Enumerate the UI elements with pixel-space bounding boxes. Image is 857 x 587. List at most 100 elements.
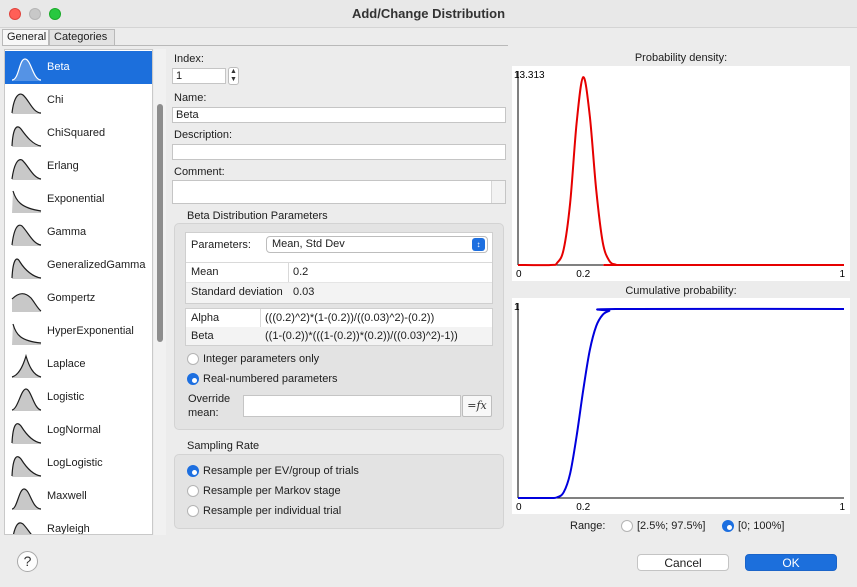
loglogistic-curve-icon (11, 456, 42, 477)
alpha-formula: (((0.2)^2)*(1-(0.2))/((0.03)^2)-(0.2)) (265, 312, 435, 324)
hyperexponential-curve-icon (12, 323, 42, 345)
std-dev-value-field[interactable]: 0.03 (290, 283, 490, 301)
distribution-item-erlang[interactable]: Erlang (5, 150, 152, 183)
formula-editor-button[interactable]: =fx (462, 395, 492, 417)
pdf-x-tick-label: 0 (516, 269, 522, 280)
distribution-item-gamma[interactable]: Gamma (5, 216, 152, 249)
integer-params-label: Integer parameters only (203, 353, 320, 365)
std-dev-label: Standard deviation (191, 286, 283, 298)
resample-markov-label: Resample per Markov stage (203, 485, 341, 497)
resample-trial-label: Resample per individual trial (203, 505, 342, 517)
distribution-item-rayleigh[interactable]: Rayleigh (5, 513, 152, 534)
mean-value-field[interactable]: 0.2 (290, 263, 490, 281)
list-scrollbar-thumb[interactable] (157, 104, 163, 342)
distribution-item-maxwell[interactable]: Maxwell (5, 480, 152, 513)
index-stepper[interactable]: ▲ ▼ (228, 67, 239, 85)
distribution-item-hyperexponential[interactable]: HyperExponential (5, 315, 152, 348)
distribution-item-label: ChiSquared (47, 127, 106, 139)
pdf-chart-title: Probability density: (634, 52, 728, 64)
distribution-item-label: Chi (47, 94, 64, 106)
pdf-plot-area (512, 66, 850, 281)
real-params-label: Real-numbered parameters (203, 373, 338, 385)
gamma-curve-icon (11, 224, 42, 246)
integer-params-radio[interactable] (187, 353, 199, 365)
distribution-item-beta[interactable]: Beta (5, 51, 152, 84)
pdf-y-max-label: 13.313 (514, 70, 545, 81)
sampling-group-title: Sampling Rate (187, 440, 260, 452)
chevron-updown-icon: ↕ (472, 238, 485, 251)
comment-input[interactable] (172, 180, 506, 204)
tab-general[interactable]: General (2, 29, 49, 46)
name-label: Name: (174, 92, 207, 104)
distribution-item-generalizedgamma[interactable]: GeneralizedGamma (5, 249, 152, 282)
stepper-up-icon[interactable]: ▲ (229, 68, 238, 76)
distribution-item-logistic[interactable]: Logistic (5, 381, 152, 414)
help-icon: ? (23, 553, 32, 569)
beta-label: Beta (191, 330, 214, 342)
override-label: Override (188, 393, 231, 405)
laplace-curve-icon (11, 353, 42, 378)
real-params-radio[interactable] (187, 373, 199, 385)
pdf-chart: 13.313 0 0.2 1 (512, 66, 850, 281)
chisquared-curve-icon (11, 126, 42, 147)
parameters-select[interactable]: Mean, Std Dev ↕ (266, 236, 488, 253)
stepper-down-icon[interactable]: ▼ (229, 76, 238, 84)
distribution-item-chisquared[interactable]: ChiSquared (5, 117, 152, 150)
distribution-item-label: LogLogistic (47, 457, 103, 469)
distribution-item-label: HyperExponential (47, 325, 134, 337)
lognormal-curve-icon (11, 423, 42, 444)
rayleigh-curve-icon (12, 522, 32, 534)
chi-curve-icon (11, 93, 42, 114)
distribution-list[interactable]: Beta Chi ChiSquared Erlang Exponential Gamma G… (4, 49, 153, 535)
distribution-item-label: Exponential (47, 193, 105, 205)
tab-divider (2, 45, 508, 46)
resample-markov-radio[interactable] (187, 485, 199, 497)
override-mean-input[interactable] (243, 395, 461, 417)
description-label: Description: (174, 129, 233, 141)
alpha-label: Alpha (191, 312, 220, 324)
index-input[interactable]: 1 (172, 68, 226, 84)
description-input[interactable] (172, 144, 506, 160)
parameters-table: Parameters: Mean, Std Dev ↕ Mean 0.2 Sta… (185, 232, 493, 304)
help-button[interactable]: ? (17, 551, 38, 572)
comment-scrollbar[interactable] (491, 181, 505, 203)
distribution-item-label: Beta (47, 61, 70, 73)
distribution-item-laplace[interactable]: Laplace (5, 348, 152, 381)
distribution-item-label: Erlang (47, 160, 79, 172)
exponential-curve-icon (12, 190, 42, 213)
cdf-plot-area (512, 298, 850, 514)
distribution-item-label: GeneralizedGamma (47, 259, 146, 271)
cdf-x-tick-label: 1 (839, 502, 845, 513)
tab-categories[interactable]: Categories (49, 29, 115, 46)
comment-label: Comment: (174, 166, 225, 178)
parameters-select-value: Mean, Std Dev (272, 238, 345, 250)
cdf-chart: 10 0.2 1 (512, 298, 850, 514)
resample-ev-label: Resample per EV/group of trials (203, 465, 359, 477)
distribution-item-label: Maxwell (47, 490, 87, 502)
range-100-radio[interactable] (722, 520, 734, 532)
mean-label: Mean (191, 266, 219, 278)
erlang-curve-icon (11, 159, 42, 180)
ok-button[interactable]: OK (745, 554, 837, 571)
beta-curve-icon (11, 58, 42, 81)
name-input[interactable]: Beta (172, 107, 506, 123)
distribution-item-label: Gompertz (47, 292, 96, 304)
resample-trial-radio[interactable] (187, 505, 199, 517)
override-label-line2: mean: (188, 407, 219, 419)
resample-ev-radio[interactable] (187, 465, 199, 477)
range-100-label: [0; 100%] (738, 520, 785, 532)
cancel-button[interactable]: Cancel (637, 554, 729, 571)
cdf-chart-title: Cumulative probability: (625, 285, 737, 297)
range-95-radio[interactable] (621, 520, 633, 532)
maxwell-curve-icon (11, 488, 42, 510)
range-95-label: [2.5%; 97.5%] (637, 520, 706, 532)
distribution-item-chi[interactable]: Chi (5, 84, 152, 117)
distribution-item-loglogistic[interactable]: LogLogistic (5, 447, 152, 480)
distribution-item-lognormal[interactable]: LogNormal (5, 414, 152, 447)
window-title: Add/Change Distribution (351, 6, 506, 21)
derived-params-table: Alpha (((0.2)^2)*(1-(0.2))/((0.03)^2)-(0… (185, 308, 493, 346)
distribution-item-exponential[interactable]: Exponential (5, 183, 152, 216)
distribution-item-gompertz[interactable]: Gompertz (5, 282, 152, 315)
beta-formula: ((1-(0.2))*(((1-(0.2))*(0.2))/((0.03)^2)… (265, 330, 458, 342)
parameters-label: Parameters: (191, 239, 251, 251)
